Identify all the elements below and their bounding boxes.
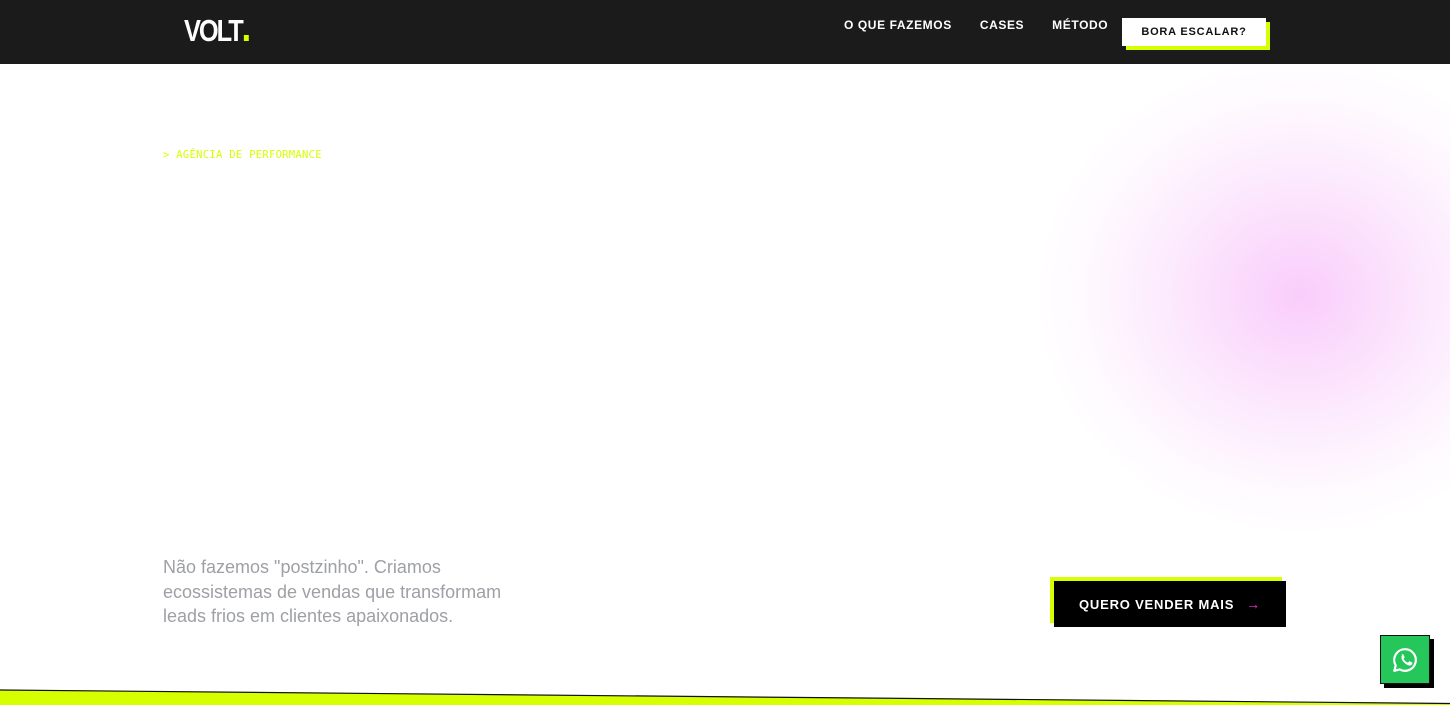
- nav-link-o-que-fazemos[interactable]: O QUE FAZEMOS: [844, 18, 952, 32]
- quero-vender-mais-button[interactable]: QUERO VENDER MAIS →: [1054, 581, 1286, 627]
- hero-eyebrow: > AGÊNCIA DE PERFORMANCE: [163, 149, 322, 161]
- logo-dot: [244, 35, 250, 41]
- whatsapp-icon: [1393, 647, 1417, 672]
- page: VOLT O QUE FAZEMOS CASES MÉTODO BORA ESC…: [0, 0, 1450, 705]
- main-nav: O QUE FAZEMOS CASES MÉTODO: [844, 18, 1108, 32]
- hero-glow: [1040, 60, 1450, 530]
- header-cta: BORA ESCALAR?: [1122, 18, 1270, 50]
- hero-cta: QUERO VENDER MAIS →: [1050, 577, 1286, 627]
- whatsapp-button[interactable]: [1380, 635, 1430, 684]
- site-header: VOLT O QUE FAZEMOS CASES MÉTODO BORA ESC…: [0, 0, 1450, 64]
- bottom-accent-stripe: [0, 689, 1450, 705]
- whatsapp-float: [1380, 635, 1434, 688]
- nav-link-metodo[interactable]: MÉTODO: [1052, 18, 1108, 32]
- arrow-right-icon: →: [1246, 596, 1261, 612]
- logo-text: VOLT: [184, 13, 244, 48]
- bora-escalar-button[interactable]: BORA ESCALAR?: [1122, 18, 1266, 46]
- quero-vender-mais-label: QUERO VENDER MAIS: [1079, 596, 1235, 612]
- nav-link-cases[interactable]: CASES: [980, 18, 1024, 32]
- hero-tagline: Não fazemos "postzinho". Criamos ecossis…: [163, 557, 502, 626]
- volt-logo[interactable]: VOLT: [184, 13, 250, 48]
